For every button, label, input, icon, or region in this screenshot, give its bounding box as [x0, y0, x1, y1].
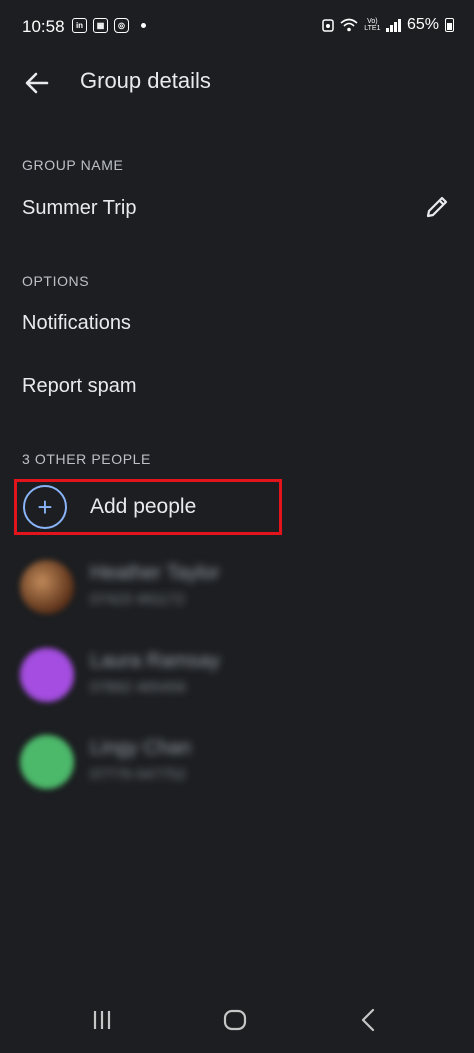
linkedin-icon: in [72, 18, 87, 33]
back-button[interactable] [18, 64, 56, 102]
signal-icon [386, 18, 401, 32]
contact-phone: 07776 047752 [90, 766, 186, 783]
options-header: OPTIONS [22, 273, 90, 289]
avatar [20, 735, 74, 789]
contact-row[interactable]: Lingy Chan 07776 047752 [0, 728, 474, 798]
notifications-option[interactable]: Notifications [22, 312, 131, 335]
network-type-label: Vo) LTE1 [364, 18, 381, 32]
avatar [20, 560, 74, 614]
arrow-left-icon [25, 72, 49, 94]
system-back-button[interactable] [348, 1002, 388, 1038]
edit-group-name-button[interactable] [422, 192, 452, 222]
status-time: 10:58 [22, 17, 65, 36]
contact-name: Laura Ramsay [90, 650, 221, 672]
contact-phone: 07423 491172 [90, 591, 185, 608]
report-spam-option[interactable]: Report spam [22, 375, 137, 398]
recents-icon [93, 1011, 111, 1029]
calendar-icon: ▦ [93, 18, 108, 33]
add-people-button[interactable]: + Add people [14, 479, 282, 535]
battery-percent: 65% [406, 16, 439, 33]
contact-row[interactable]: Laura Ramsay 07892 465456 [0, 641, 474, 711]
contact-name: Heather Taylor [90, 562, 220, 584]
avatar [20, 648, 74, 702]
contact-phone: 07892 465456 [90, 679, 186, 696]
status-bar: 10:58 in ▦ ◎ Vo) LTE1 65% [0, 0, 474, 54]
battery-icon [445, 18, 454, 32]
instagram-icon: ◎ [114, 18, 129, 33]
pencil-icon [426, 196, 448, 218]
add-people-label: Add people [90, 495, 197, 518]
group-name-value[interactable]: Summer Trip [22, 197, 136, 220]
other-people-header: 3 OTHER PEOPLE [22, 451, 151, 467]
recents-button[interactable] [82, 1002, 122, 1038]
wifi-icon [340, 18, 358, 32]
page-title: Group details [80, 68, 211, 93]
contact-row[interactable]: Heather Taylor 07423 491172 [0, 553, 474, 623]
group-name-header: GROUP NAME [22, 157, 124, 173]
status-system-icons: Vo) LTE1 65% [322, 16, 454, 34]
home-button[interactable] [215, 1002, 255, 1038]
alarm-icon [322, 19, 334, 32]
app-bar: Group details [0, 54, 474, 110]
contact-name: Lingy Chan [90, 737, 192, 759]
plus-icon: + [23, 485, 67, 529]
notification-dot-icon [141, 23, 146, 28]
status-notification-icons: in ▦ ◎ [72, 18, 146, 33]
back-icon [361, 1008, 375, 1032]
home-icon [223, 1009, 247, 1031]
system-nav-bar [0, 990, 474, 1053]
